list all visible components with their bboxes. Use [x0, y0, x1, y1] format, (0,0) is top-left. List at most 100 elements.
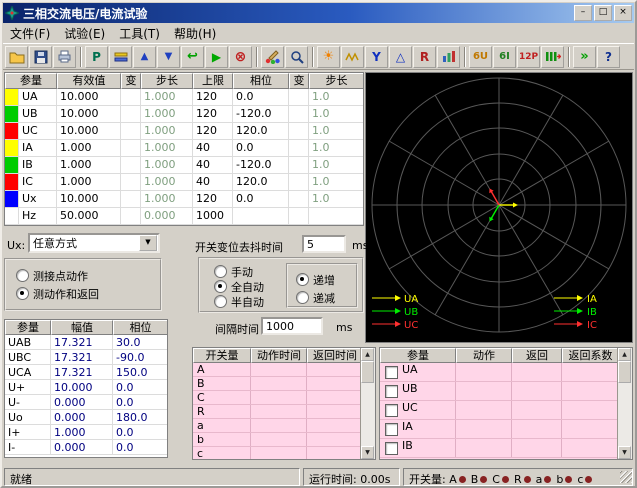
parameter-row[interactable]: UA 10.000 1.000 120 0.0 1.0: [5, 89, 363, 106]
harmonics-button[interactable]: [437, 46, 460, 68]
phase-cell[interactable]: 0.0: [233, 89, 289, 105]
step-cell[interactable]: 1.000: [141, 157, 193, 173]
zoom-button[interactable]: [285, 46, 308, 68]
continue-button[interactable]: »: [573, 46, 596, 68]
phase-cell[interactable]: [233, 208, 289, 224]
switch-row[interactable]: c: [193, 447, 375, 460]
scroll-up-icon[interactable]: ▲: [361, 348, 374, 361]
waveform-button[interactable]: [341, 46, 364, 68]
phase-vary-flag-cell[interactable]: [289, 208, 309, 224]
action-row[interactable]: UA: [380, 363, 632, 382]
parameter-row[interactable]: Ux 10.000 1.000 120 0.0 1.0: [5, 191, 363, 208]
parameter-settings-button[interactable]: P: [85, 46, 108, 68]
phase-cell[interactable]: -120.0: [233, 106, 289, 122]
rms-value-cell[interactable]: 10.000: [57, 106, 121, 122]
action-table-scrollbar[interactable]: ▲ ▼: [617, 348, 632, 459]
help-button[interactable]: ?: [597, 46, 620, 68]
limit-cell[interactable]: 120: [193, 123, 233, 139]
phase-vary-flag-cell[interactable]: [289, 106, 309, 122]
switch-row[interactable]: a: [193, 419, 375, 433]
phase-vary-flag-cell[interactable]: [289, 89, 309, 105]
phase-cell[interactable]: 0.0: [233, 140, 289, 156]
wye-connection-button[interactable]: Y: [365, 46, 388, 68]
step-cell[interactable]: 0.000: [141, 208, 193, 224]
limit-cell[interactable]: 120: [193, 191, 233, 207]
rms-value-cell[interactable]: 50.000: [57, 208, 121, 224]
reset-button[interactable]: ↩: [181, 46, 204, 68]
limit-cell[interactable]: 1000: [193, 208, 233, 224]
vary-flag-cell[interactable]: [121, 140, 141, 156]
menu-item[interactable]: 工具(T): [112, 23, 167, 44]
balance-button[interactable]: [109, 46, 132, 68]
twelve-phase-button[interactable]: 12P: [517, 46, 540, 68]
phase-vary-flag-cell[interactable]: [289, 123, 309, 139]
phase-cell[interactable]: 120.0: [233, 123, 289, 139]
start-test-button[interactable]: ▶: [205, 46, 228, 68]
six-voltage-button[interactable]: 6U: [469, 46, 492, 68]
rms-value-cell[interactable]: 10.000: [57, 123, 121, 139]
maximize-button[interactable]: □: [594, 5, 612, 21]
switch-row[interactable]: b: [193, 433, 375, 447]
phase-vary-flag-cell[interactable]: [289, 191, 309, 207]
resistance-button[interactable]: R: [413, 46, 436, 68]
phase-step-cell[interactable]: 1.0: [309, 174, 363, 190]
chevron-down-icon[interactable]: ▼: [139, 235, 157, 251]
phase-vary-flag-cell[interactable]: [289, 157, 309, 173]
enable-checkbox[interactable]: [385, 442, 398, 455]
phase-step-cell[interactable]: 1.0: [309, 89, 363, 105]
vary-flag-cell[interactable]: [121, 157, 141, 173]
switch-row[interactable]: C: [193, 391, 375, 405]
enable-checkbox[interactable]: [385, 385, 398, 398]
rms-value-cell[interactable]: 1.000: [57, 157, 121, 173]
radio-option[interactable]: 测接点动作: [16, 268, 160, 283]
action-row[interactable]: UB: [380, 382, 632, 401]
enable-checkbox[interactable]: [385, 423, 398, 436]
step-cell[interactable]: 1.000: [141, 123, 193, 139]
delta-connection-button[interactable]: △: [389, 46, 412, 68]
limit-cell[interactable]: 40: [193, 157, 233, 173]
parameter-row[interactable]: Hz 50.000 0.000 1000: [5, 208, 363, 225]
vary-flag-cell[interactable]: [121, 106, 141, 122]
menu-item[interactable]: 文件(F): [3, 23, 57, 44]
interval-input[interactable]: [261, 317, 323, 335]
switch-table-scrollbar[interactable]: ▲ ▼: [360, 348, 375, 459]
action-row[interactable]: UC: [380, 401, 632, 420]
scroll-up-icon[interactable]: ▲: [618, 348, 631, 361]
vary-flag-cell[interactable]: [121, 89, 141, 105]
scroll-thumb[interactable]: [361, 361, 374, 383]
simulation-button[interactable]: ☀: [317, 46, 340, 68]
scroll-down-icon[interactable]: ▼: [618, 446, 631, 459]
switch-row[interactable]: R: [193, 405, 375, 419]
sequence-button[interactable]: [541, 46, 564, 68]
vary-flag-cell[interactable]: [121, 191, 141, 207]
limit-cell[interactable]: 120: [193, 89, 233, 105]
radio-option[interactable]: 半自动: [214, 294, 264, 309]
parameter-row[interactable]: IA 1.000 1.000 40 0.0 1.0: [5, 140, 363, 157]
radio-option[interactable]: 手动: [214, 264, 264, 279]
phase-cell[interactable]: 120.0: [233, 174, 289, 190]
parameter-row[interactable]: IC 1.000 1.000 40 120.0 1.0: [5, 174, 363, 191]
radio-option[interactable]: 递增: [296, 272, 356, 287]
step-up-button[interactable]: ▲: [133, 46, 156, 68]
resize-grip[interactable]: [620, 471, 632, 483]
phase-step-cell[interactable]: 1.0: [309, 191, 363, 207]
phase-step-cell[interactable]: 1.0: [309, 106, 363, 122]
switch-row[interactable]: B: [193, 377, 375, 391]
action-row[interactable]: IA: [380, 420, 632, 439]
step-cell[interactable]: 1.000: [141, 106, 193, 122]
vary-flag-cell[interactable]: [121, 123, 141, 139]
enable-checkbox[interactable]: [385, 404, 398, 417]
menu-item[interactable]: 帮助(H): [167, 23, 223, 44]
parameter-row[interactable]: UC 10.000 1.000 120 120.0 1.0: [5, 123, 363, 140]
rms-value-cell[interactable]: 1.000: [57, 174, 121, 190]
debounce-input[interactable]: [302, 235, 346, 253]
display-options-button[interactable]: [261, 46, 284, 68]
limit-cell[interactable]: 120: [193, 106, 233, 122]
close-button[interactable]: ×: [614, 5, 632, 21]
minimize-button[interactable]: –: [574, 5, 592, 21]
phase-cell[interactable]: -120.0: [233, 157, 289, 173]
step-cell[interactable]: 1.000: [141, 140, 193, 156]
menu-item[interactable]: 试验(E): [57, 23, 112, 44]
step-down-button[interactable]: ▼: [157, 46, 180, 68]
limit-cell[interactable]: 40: [193, 140, 233, 156]
